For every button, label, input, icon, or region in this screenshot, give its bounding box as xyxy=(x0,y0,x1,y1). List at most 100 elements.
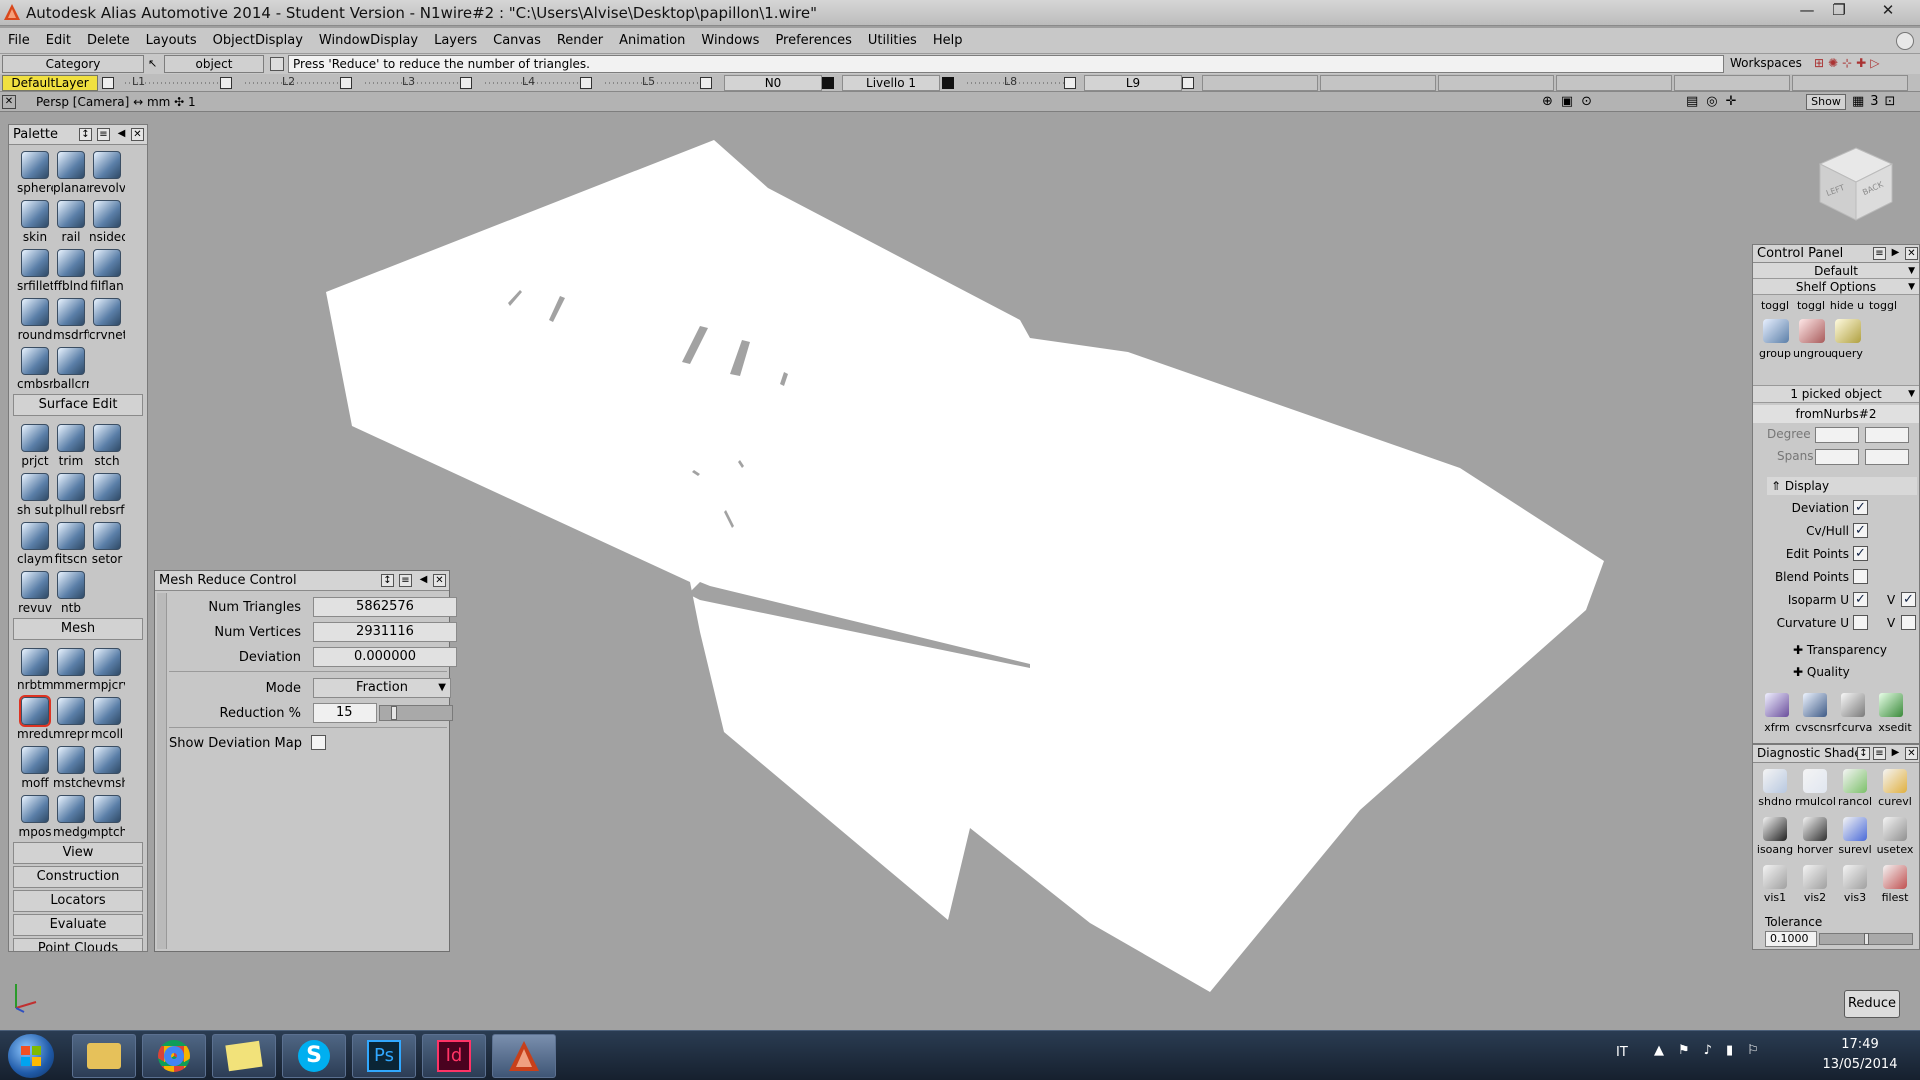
spans-u-field[interactable] xyxy=(1815,449,1859,465)
quality-section[interactable]: ✚ Quality xyxy=(1793,665,1850,679)
layer-livello-1[interactable]: Livello 1 xyxy=(842,75,940,91)
layer-l9[interactable]: L9 xyxy=(1084,75,1182,91)
show-deviation-checkbox[interactable] xyxy=(311,735,326,750)
tool-ballcrn[interactable]: ballcrn xyxy=(53,343,89,392)
reduce-button[interactable]: Reduce xyxy=(1844,990,1900,1018)
mrc-pin-icon[interactable]: ↕ xyxy=(381,574,394,587)
group-icon[interactable] xyxy=(1763,319,1789,343)
display-option-v-checkbox[interactable] xyxy=(1901,615,1916,630)
tool-mstch[interactable]: mstch xyxy=(53,742,89,791)
cp-tool-toggle-2[interactable]: toggl xyxy=(1793,299,1829,312)
cp-tool-curva[interactable]: curva xyxy=(1839,721,1875,734)
layer-empty-6[interactable] xyxy=(1792,75,1908,91)
tool-msdrft[interactable]: msdrft xyxy=(53,294,89,343)
layer-l8-visibility[interactable] xyxy=(1064,77,1076,89)
menu-delete[interactable]: Delete xyxy=(79,28,138,54)
diag-tool-vis1[interactable]: vis1 xyxy=(1755,861,1795,907)
layer-empty-2[interactable] xyxy=(1320,75,1436,91)
layer-n0[interactable]: N0 xyxy=(724,75,822,91)
tool-mmerg[interactable]: mmerg xyxy=(53,644,89,693)
section-surface-edit[interactable]: Surface Edit xyxy=(13,394,143,416)
menu-edit[interactable]: Edit xyxy=(38,28,79,54)
view-cube[interactable]: LEFT BACK xyxy=(1814,142,1898,226)
taskbar-chrome[interactable] xyxy=(142,1034,206,1078)
tool-fitscn[interactable]: fitscn xyxy=(53,518,89,567)
menu-preferences[interactable]: Preferences xyxy=(767,28,859,54)
tool-revolv[interactable]: revolv xyxy=(89,147,125,196)
tolerance-slider-thumb[interactable] xyxy=(1864,933,1869,945)
mrc-collapse-icon[interactable]: ◀ xyxy=(417,574,430,587)
menu-layouts[interactable]: Layouts xyxy=(138,28,205,54)
palette-pin-icon[interactable]: ↕ xyxy=(79,128,92,141)
diag-tool-surevl[interactable]: surevl xyxy=(1835,813,1875,859)
input-language[interactable]: IT xyxy=(1616,1045,1628,1060)
layer-l9-visibility[interactable] xyxy=(1182,77,1194,89)
taskbar-alias[interactable] xyxy=(492,1034,556,1078)
cp-tool-toggle-3[interactable]: toggl xyxy=(1865,299,1901,312)
section-construction[interactable]: Construction xyxy=(13,866,143,888)
layer-livello-1-visibility[interactable] xyxy=(942,77,954,89)
tool-prjct[interactable]: prjct xyxy=(17,420,53,469)
layer-empty-4[interactable] xyxy=(1556,75,1672,91)
clock-time[interactable]: 17:49 xyxy=(1820,1037,1900,1052)
diag-tool-horver[interactable]: horver xyxy=(1795,813,1835,859)
curva-icon[interactable] xyxy=(1841,693,1865,717)
show-button[interactable]: Show xyxy=(1806,94,1846,110)
workspaces-label[interactable]: Workspaces xyxy=(1730,56,1802,70)
display-option-checkbox[interactable]: ✓ xyxy=(1853,500,1868,515)
tolerance-slider[interactable] xyxy=(1819,933,1913,945)
cp-tool-group[interactable]: group xyxy=(1757,347,1793,360)
tool-claymt[interactable]: claymt xyxy=(17,518,53,567)
display-option-checkbox[interactable]: ✓ xyxy=(1853,523,1868,538)
category-selector[interactable]: Category xyxy=(2,55,144,73)
start-button[interactable] xyxy=(8,1034,54,1078)
picked-object-dropdown[interactable]: 1 picked object ▼ xyxy=(1753,385,1919,403)
ungroup-icon[interactable] xyxy=(1799,319,1825,343)
tool-revuv[interactable]: revuv xyxy=(17,567,53,616)
tool-sh-sub[interactable]: sh sub xyxy=(17,469,53,518)
mrc-menu-icon[interactable]: ≡ xyxy=(399,574,412,587)
taskbar-skype[interactable]: S xyxy=(282,1034,346,1078)
tool-mpjcrv[interactable]: mpjcrv xyxy=(89,644,125,693)
section-locators[interactable]: Locators xyxy=(13,890,143,912)
cp-collapse-icon[interactable]: ▶ xyxy=(1889,247,1902,260)
cp-tool-xsedit[interactable]: xsedit xyxy=(1875,721,1915,734)
display-option-checkbox[interactable] xyxy=(1853,569,1868,584)
tool-cmbsrf[interactable]: cmbsrf xyxy=(17,343,53,392)
object-selector[interactable]: object xyxy=(164,55,264,73)
tool-nrbtm[interactable]: nrbtm xyxy=(17,644,53,693)
view-close-icon[interactable]: ✕ xyxy=(2,95,16,109)
layer-n0-visibility[interactable] xyxy=(822,77,834,89)
menu-utilities[interactable]: Utilities xyxy=(860,28,925,54)
display-option-checkbox[interactable]: ✓ xyxy=(1853,546,1868,561)
diag-tool-rancol[interactable]: rancol xyxy=(1835,765,1875,811)
xfrm-icon[interactable] xyxy=(1765,693,1789,717)
diag-menu-icon[interactable]: ≡ xyxy=(1873,747,1886,760)
tool-filflan[interactable]: filflan xyxy=(89,245,125,294)
menu-animation[interactable]: Animation xyxy=(611,28,693,54)
diag-tool-usetex[interactable]: usetex xyxy=(1875,813,1915,859)
layer-l1-visibility[interactable] xyxy=(220,77,232,89)
diag-collapse-icon[interactable]: ▶ xyxy=(1889,747,1902,760)
section-point-clouds[interactable]: Point Clouds xyxy=(13,938,143,951)
tool-medge[interactable]: medge xyxy=(53,791,89,840)
diag-tool-vis2[interactable]: vis2 xyxy=(1795,861,1835,907)
cp-tool-ungroup[interactable]: ungrou xyxy=(1793,347,1832,360)
layer-default[interactable]: DefaultLayer xyxy=(2,75,98,91)
diag-tool-vis3[interactable]: vis3 xyxy=(1835,861,1875,907)
mode-dropdown[interactable]: Fraction ▼ xyxy=(313,678,451,698)
taskbar-explorer[interactable] xyxy=(72,1034,136,1078)
layer-l4-visibility[interactable] xyxy=(580,77,592,89)
diag-tool-rmulcol[interactable]: rmulcol xyxy=(1795,765,1836,811)
menu-objectdisplay[interactable]: ObjectDisplay xyxy=(205,28,311,54)
display-option-v-checkbox[interactable]: ✓ xyxy=(1901,592,1916,607)
tool-nsided[interactable]: nsided xyxy=(89,196,125,245)
degree-u-field[interactable] xyxy=(1815,427,1859,443)
mrc-close-icon[interactable]: ✕ xyxy=(433,574,446,587)
cp-tool-hide[interactable]: hide u xyxy=(1829,299,1865,312)
tool-mptch[interactable]: mptch xyxy=(89,791,125,840)
tool-rebsrf[interactable]: rebsrf xyxy=(89,469,125,518)
layer-empty-3[interactable] xyxy=(1438,75,1554,91)
menu-render[interactable]: Render xyxy=(549,28,611,54)
tool-trim[interactable]: trim xyxy=(53,420,89,469)
